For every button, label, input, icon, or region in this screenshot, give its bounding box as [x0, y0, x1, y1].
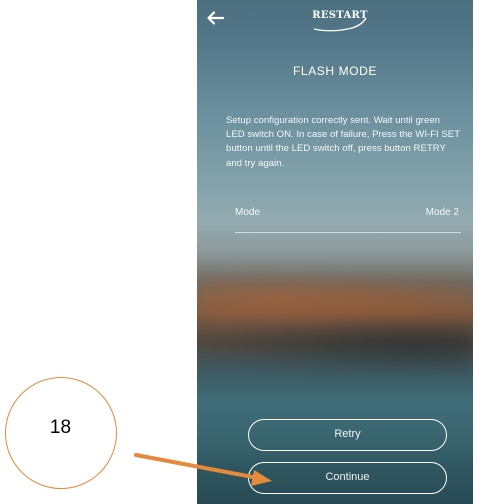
logo-text: RESTART	[312, 10, 368, 21]
mode-row: Mode Mode 2	[235, 206, 461, 233]
step-number: 18	[49, 417, 72, 438]
phone-screen: RESTART FLASH MODE Setup configuration c…	[197, 0, 473, 504]
back-arrow-icon[interactable]	[205, 7, 227, 29]
page-title: FLASH MODE	[292, 64, 377, 78]
step-callout-circle: 18	[5, 377, 117, 489]
retry-button[interactable]: Retry	[248, 419, 447, 451]
restart-logo: RESTART	[312, 9, 368, 33]
instruction-message: Setup configuration correctly sent. Wait…	[226, 115, 460, 169]
mode-value: Mode 2	[425, 207, 459, 218]
continue-button[interactable]: Continue	[248, 462, 447, 494]
page: RESTART FLASH MODE Setup configuration c…	[0, 0, 486, 504]
mode-label: Mode	[235, 207, 261, 218]
background-blur-dark	[197, 320, 473, 380]
